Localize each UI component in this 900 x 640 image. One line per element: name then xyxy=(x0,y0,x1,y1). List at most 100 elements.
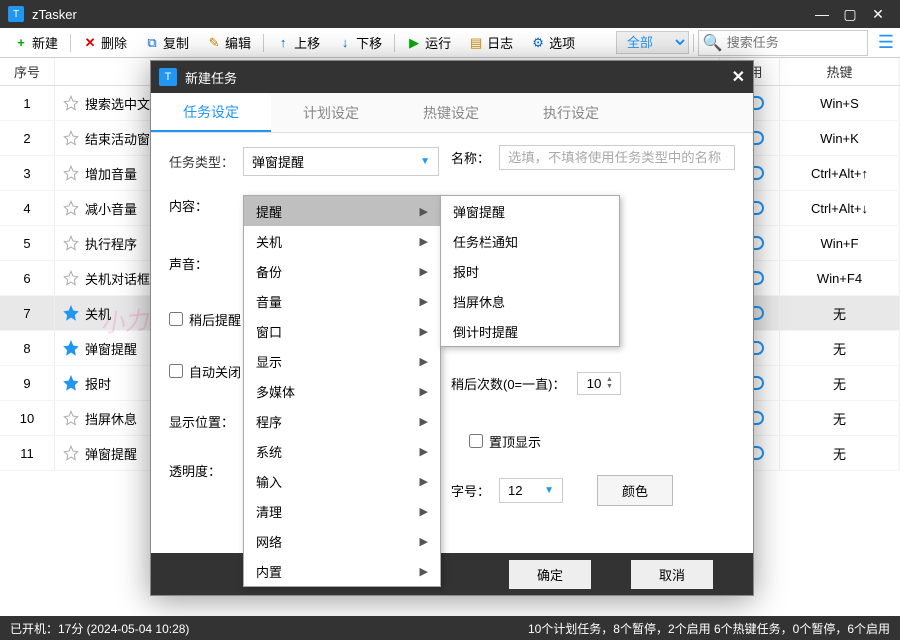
row-index: 1 xyxy=(0,86,55,120)
spin-down-icon[interactable]: ▼ xyxy=(606,383,613,390)
menu-item[interactable]: 程序▶ xyxy=(244,406,440,436)
new-button[interactable]: +新建 xyxy=(6,30,66,55)
task-type-select[interactable]: 弹窗提醒 ▼ xyxy=(243,147,439,176)
star-icon[interactable] xyxy=(63,270,79,286)
col-index: 序号 xyxy=(0,58,55,85)
task-name: 搜索选中文 xyxy=(85,94,150,113)
menu-item[interactable]: 输入▶ xyxy=(244,466,440,496)
star-icon[interactable] xyxy=(63,130,79,146)
chevron-right-icon: ▶ xyxy=(420,385,428,398)
auto-close-checkbox[interactable]: 自动关闭 xyxy=(169,345,243,397)
hotkey-cell: 无 xyxy=(780,401,900,435)
minimize-button[interactable]: — xyxy=(808,6,836,22)
star-icon[interactable] xyxy=(63,95,79,111)
name-label: 名称： xyxy=(451,148,499,167)
task-type-submenu: 弹窗提醒任务栏通知报时挡屏休息倒计时提醒 xyxy=(440,195,620,347)
scope-select[interactable]: 全部 xyxy=(616,31,689,54)
moveup-button[interactable]: ↑上移 xyxy=(268,30,328,55)
star-icon[interactable] xyxy=(63,235,79,251)
row-index: 11 xyxy=(0,436,55,470)
tab-2[interactable]: 热键设定 xyxy=(391,93,511,132)
close-button[interactable]: ✕ xyxy=(864,6,892,23)
menu-item[interactable]: 窗口▶ xyxy=(244,316,440,346)
star-icon[interactable] xyxy=(63,375,79,391)
listview-icon[interactable]: ☰ xyxy=(878,32,894,53)
menu-item[interactable]: 显示▶ xyxy=(244,346,440,376)
col-hotkey: 热键 xyxy=(780,58,900,85)
menu-item[interactable]: 关机▶ xyxy=(244,226,440,256)
hotkey-cell: 无 xyxy=(780,436,900,470)
submenu-item[interactable]: 弹窗提醒 xyxy=(441,196,619,226)
options-button[interactable]: ⚙选项 xyxy=(523,30,583,55)
menu-item[interactable]: 音量▶ xyxy=(244,286,440,316)
menu-item[interactable]: 清理▶ xyxy=(244,496,440,526)
hotkey-cell: Win+F4 xyxy=(780,261,900,295)
menu-item[interactable]: 备份▶ xyxy=(244,256,440,286)
gear-icon: ⚙ xyxy=(531,36,545,50)
name-input[interactable] xyxy=(499,145,735,170)
star-icon[interactable] xyxy=(63,340,79,356)
star-icon[interactable] xyxy=(63,445,79,461)
later-remind-checkbox[interactable]: 稍后提醒 xyxy=(169,293,243,345)
status-left: 已开机：17分 (2024-05-04 10:28) xyxy=(10,620,189,637)
color-button[interactable]: 颜色 xyxy=(597,475,673,506)
spin-up-icon[interactable]: ▲ xyxy=(606,376,613,383)
topmost-checkbox[interactable]: 置顶显示 xyxy=(469,432,541,451)
cancel-button[interactable]: 取消 xyxy=(631,560,713,589)
edit-button[interactable]: ✎编辑 xyxy=(199,30,259,55)
copy-button[interactable]: ⧉复制 xyxy=(137,30,197,55)
menu-item[interactable]: 提醒▶ xyxy=(244,196,440,226)
run-button[interactable]: ▶运行 xyxy=(399,30,459,55)
task-name: 关机 xyxy=(85,304,111,323)
task-name: 关机对话框 xyxy=(85,269,150,288)
chevron-right-icon: ▶ xyxy=(420,445,428,458)
font-size-select[interactable]: 12 ▼ xyxy=(499,478,563,503)
app-logo: T xyxy=(8,6,24,22)
submenu-item[interactable]: 倒计时提醒 xyxy=(441,316,619,346)
search-input[interactable] xyxy=(727,35,863,50)
search-box[interactable]: 🔍 xyxy=(698,30,868,56)
chevron-right-icon: ▶ xyxy=(420,565,428,578)
row-index: 5 xyxy=(0,226,55,260)
arrow-up-icon: ↑ xyxy=(276,36,290,50)
tab-3[interactable]: 执行设定 xyxy=(511,93,631,132)
row-index: 4 xyxy=(0,191,55,225)
log-button[interactable]: ▤日志 xyxy=(461,30,521,55)
later-count-label: 稍后次数(0=一直)： xyxy=(451,374,577,393)
row-index: 6 xyxy=(0,261,55,295)
tab-1[interactable]: 计划设定 xyxy=(271,93,391,132)
menu-item[interactable]: 网络▶ xyxy=(244,526,440,556)
task-name: 减小音量 xyxy=(85,199,137,218)
search-icon: 🔍 xyxy=(703,33,723,53)
later-count-spinner[interactable]: ▲▼ xyxy=(577,372,621,395)
menu-item[interactable]: 系统▶ xyxy=(244,436,440,466)
star-icon[interactable] xyxy=(63,165,79,181)
submenu-item[interactable]: 任务栏通知 xyxy=(441,226,619,256)
hotkey-cell: Ctrl+Alt+↓ xyxy=(780,191,900,225)
position-label: 显示位置： xyxy=(169,397,243,445)
dialog-close-button[interactable]: ✕ xyxy=(732,67,745,87)
sound-label: 声音： xyxy=(169,233,243,293)
task-name: 弹窗提醒 xyxy=(85,444,137,463)
maximize-button[interactable]: ▢ xyxy=(836,6,864,23)
arrow-down-icon: ↓ xyxy=(338,36,352,50)
submenu-item[interactable]: 报时 xyxy=(441,256,619,286)
task-name: 增加音量 xyxy=(85,164,137,183)
tab-0[interactable]: 任务设定 xyxy=(151,93,271,132)
font-label: 字号： xyxy=(451,481,499,500)
x-icon: ✕ xyxy=(83,36,97,50)
opacity-label: 透明度： xyxy=(169,445,243,495)
chevron-right-icon: ▶ xyxy=(420,475,428,488)
movedown-button[interactable]: ↓下移 xyxy=(330,30,390,55)
star-icon[interactable] xyxy=(63,305,79,321)
chevron-right-icon: ▶ xyxy=(420,295,428,308)
pencil-icon: ✎ xyxy=(207,36,221,50)
delete-button[interactable]: ✕删除 xyxy=(75,30,135,55)
menu-item[interactable]: 多媒体▶ xyxy=(244,376,440,406)
row-index: 8 xyxy=(0,331,55,365)
star-icon[interactable] xyxy=(63,410,79,426)
menu-item[interactable]: 内置▶ xyxy=(244,556,440,586)
ok-button[interactable]: 确定 xyxy=(509,560,591,589)
star-icon[interactable] xyxy=(63,200,79,216)
submenu-item[interactable]: 挡屏休息 xyxy=(441,286,619,316)
